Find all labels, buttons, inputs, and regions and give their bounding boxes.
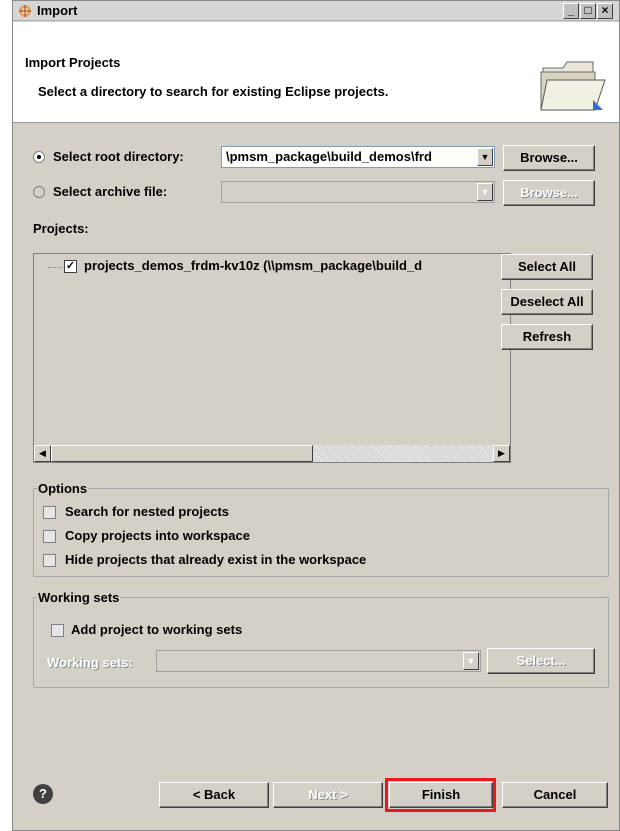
close-button[interactable]: × [597,3,613,19]
minimize-button[interactable]: _ [563,3,579,19]
wizard-description: Select a directory to search for existin… [38,84,389,99]
archive-file-combo[interactable]: ▼ [221,181,495,203]
hide-existing-checkbox[interactable] [43,554,56,567]
nested-projects-checkbox[interactable] [43,506,56,519]
projects-list[interactable]: ✓ projects_demos_frdm-kv10z (\\pmsm_pack… [33,253,511,463]
nested-projects-label[interactable]: Search for nested projects [65,504,229,519]
deselect-all-button[interactable]: Deselect All [501,289,593,315]
chevron-down-icon[interactable]: ▼ [477,148,493,166]
chevron-down-icon[interactable]: ▼ [477,183,493,201]
refresh-button[interactable]: Refresh [501,324,593,350]
working-sets-legend: Working sets [38,590,120,605]
root-directory-value: \pmsm_package\build_demos\frd [226,149,432,164]
chevron-down-icon[interactable]: ▼ [463,652,479,670]
tree-connector [48,267,62,268]
wizard-header: Import Projects Select a directory to se… [13,22,619,123]
maximize-button[interactable]: □ [580,3,596,19]
add-working-sets-checkbox[interactable] [51,624,64,637]
window-title: Import [37,3,78,18]
copy-projects-checkbox[interactable] [43,530,56,543]
horizontal-scrollbar[interactable]: ◀ ▶ [34,445,510,462]
project-item-label[interactable]: projects_demos_frdm-kv10z (\\pmsm_packag… [84,258,422,273]
scrollbar-thumb[interactable] [51,445,313,462]
next-button[interactable]: Next > [273,782,383,808]
select-working-sets-button[interactable]: Select... [487,648,595,674]
help-icon[interactable]: ? [33,784,53,804]
project-checkbox[interactable]: ✓ [64,260,77,273]
open-folder-icon [540,61,606,111]
finish-highlight-box [385,778,496,812]
back-button[interactable]: < Back [159,782,269,808]
cancel-button[interactable]: Cancel [502,782,608,808]
eclipse-app-icon [19,5,31,17]
scroll-right-icon[interactable]: ▶ [493,445,510,462]
archive-file-radio[interactable] [33,186,45,198]
working-sets-field-label: Working sets: [47,655,133,670]
scroll-left-icon[interactable]: ◀ [34,445,51,462]
title-bar[interactable]: Import _ □ × [13,1,619,21]
wizard-title: Import Projects [25,55,121,70]
root-directory-label: Select root directory: [53,149,184,164]
browse-root-button[interactable]: Browse... [503,145,595,171]
browse-archive-button[interactable]: Browse... [503,180,595,206]
import-dialog: Import _ □ × Import Projects Select a di… [12,0,620,831]
root-directory-combo[interactable]: \pmsm_package\build_demos\frd ▼ [221,146,495,168]
options-legend: Options [38,481,88,496]
root-directory-radio[interactable] [33,151,45,163]
projects-label: Projects: [33,221,89,236]
working-sets-combo[interactable]: ▼ [156,650,481,672]
select-all-button[interactable]: Select All [501,254,593,280]
archive-file-label: Select archive file: [53,184,168,199]
add-working-sets-label[interactable]: Add project to working sets [71,622,242,637]
copy-projects-label[interactable]: Copy projects into workspace [65,528,250,543]
hide-existing-label[interactable]: Hide projects that already exist in the … [65,552,366,567]
